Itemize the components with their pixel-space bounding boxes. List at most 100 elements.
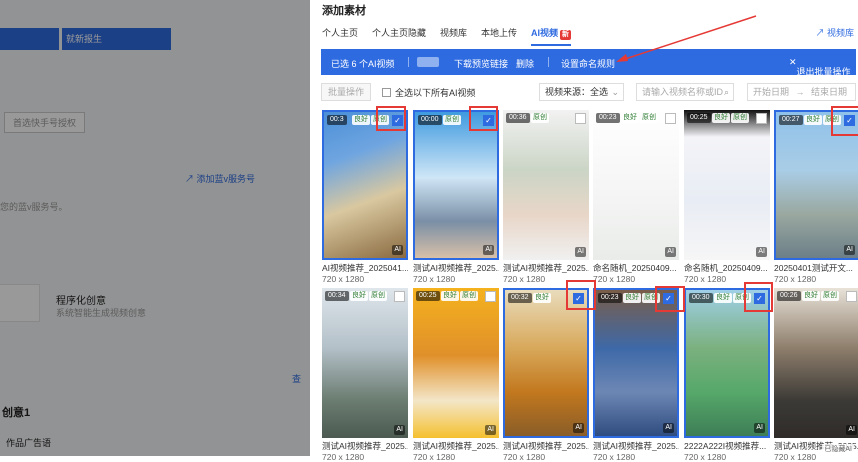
video-thumbnail[interactable]: 00:00 原创 ✓ AI bbox=[413, 110, 499, 260]
tab-personal-hidden[interactable]: 个人主页隐藏 bbox=[372, 26, 426, 39]
select-checkbox[interactable] bbox=[665, 113, 676, 124]
quality-tag: 原创 bbox=[531, 113, 549, 123]
duration-badge: 00:36 bbox=[506, 113, 530, 123]
duration-badge: 00:30 bbox=[689, 293, 713, 303]
video-card[interactable]: 00:23 良好 原创 AI 命名随机_20250409... 720 x 1280 bbox=[593, 110, 679, 284]
new-badge: 新 bbox=[560, 30, 572, 40]
quality-tag: 原创 bbox=[369, 291, 387, 301]
date-range-picker[interactable]: 开始日期 → 结束日期 bbox=[747, 83, 856, 101]
video-card[interactable]: 00:32 良好 ✓ AI 测试AI视频推荐_2025... 720 x 1280 bbox=[503, 288, 589, 462]
video-caption: 命名随机_20250409... bbox=[593, 263, 677, 273]
video-library-link[interactable]: ↗ 视频库 bbox=[815, 26, 854, 39]
quality-tag: 良好 bbox=[714, 293, 732, 303]
end-date: 结束日期 bbox=[811, 87, 848, 97]
video-library-link-label: 视频库 bbox=[826, 28, 854, 38]
duration-badge: 00:23 bbox=[596, 113, 620, 123]
checkbox-box[interactable] bbox=[382, 87, 391, 97]
video-caption: AI视频推荐_2025041... bbox=[322, 263, 408, 273]
quality-tag: 良好 bbox=[350, 291, 368, 301]
quality-tag: 良好 bbox=[533, 293, 551, 303]
active-tab-underline bbox=[531, 44, 572, 46]
video-resolution: 720 x 1280 bbox=[413, 274, 456, 284]
video-card[interactable]: 00:25 良好 原创 AI 测试AI视频推荐_2025... 720 x 1280 bbox=[413, 288, 499, 462]
delete-button[interactable]: 删除 bbox=[516, 57, 534, 70]
video-card[interactable]: 00:36 原创 AI 测试AI视频推荐_2025... 720 x 1280 bbox=[503, 110, 589, 284]
video-thumbnail[interactable]: 00:23 良好 原创 AI bbox=[593, 110, 679, 260]
quality-tag: 原创 bbox=[640, 113, 658, 123]
selected-count: 已选 6 个AI视频 bbox=[331, 59, 395, 69]
batch-op-button[interactable]: 批量操作 bbox=[321, 83, 371, 101]
quality-tag: 原创 bbox=[821, 291, 839, 301]
video-resolution: 720 x 1280 bbox=[322, 452, 365, 462]
video-resolution: 720 x 1280 bbox=[413, 452, 456, 462]
select-checkbox[interactable] bbox=[394, 291, 405, 302]
video-source-value: 视频来源：全选 bbox=[545, 87, 609, 97]
select-checkbox[interactable] bbox=[575, 113, 586, 124]
quality-tag: 良好 bbox=[804, 115, 822, 125]
annotation-box bbox=[744, 282, 773, 312]
video-card[interactable]: 00:00 原创 ✓ AI 测试AI视频推荐_2025... 720 x 1280 bbox=[413, 110, 499, 284]
search-placeholder: 请输入视频名称或ID bbox=[642, 87, 724, 97]
download-preview-link-button[interactable]: 下载预览链接 bbox=[454, 57, 508, 70]
video-thumbnail[interactable]: 00:3 良好 原创 ✓ AI bbox=[322, 110, 408, 260]
video-thumbnail[interactable]: 00:32 良好 ✓ AI bbox=[503, 288, 589, 438]
quality-tag: 原创 bbox=[731, 113, 749, 123]
video-card[interactable]: 00:23 良好 原创 ✓ AI 测试AI视频推荐_2025... 720 x 1280 bbox=[593, 288, 679, 462]
tab-local-upload[interactable]: 本地上传 bbox=[481, 26, 517, 39]
video-card[interactable]: 00:25 良好 原创 AI 命名随机_20250409... 720 x 1280 bbox=[684, 110, 770, 284]
duration-badge: 00:34 bbox=[325, 291, 349, 301]
tab-personal-home[interactable]: 个人主页 bbox=[322, 26, 358, 39]
video-thumbnail[interactable]: 00:25 良好 原创 AI bbox=[413, 288, 499, 438]
ai-badge: AI bbox=[392, 245, 403, 255]
video-resolution: 720 x 1280 bbox=[503, 452, 546, 462]
ai-badge: AI bbox=[844, 245, 855, 255]
video-card[interactable]: 00:26 良好 原创 AI 测试AI视频推荐_2025... 720 x 1280 bbox=[774, 288, 858, 462]
video-caption: 测试AI视频推荐_2025... bbox=[322, 441, 408, 451]
quality-tag: 原创 bbox=[443, 115, 461, 125]
annotation-arrow bbox=[616, 15, 757, 62]
duration-badge: 00:32 bbox=[508, 293, 532, 303]
video-resolution: 720 x 1280 bbox=[322, 274, 365, 284]
ai-badge: AI bbox=[665, 247, 676, 257]
video-card[interactable]: 00:30 良好 原创 ✓ AI 2222A222I视频推荐... 720 x 1280 bbox=[684, 288, 770, 462]
external-link-icon: ↗ bbox=[815, 28, 827, 38]
video-thumbnail[interactable]: 00:34 良好 原创 AI bbox=[322, 288, 408, 438]
video-resolution: 720 x 1280 bbox=[593, 274, 636, 284]
annotation-box bbox=[469, 106, 498, 131]
video-thumbnail[interactable]: 00:36 原创 AI bbox=[503, 110, 589, 260]
ai-badge: AI bbox=[756, 247, 767, 257]
tab-video-library[interactable]: 视频库 bbox=[440, 26, 467, 39]
video-card[interactable]: 00:3 良好 原创 ✓ AI AI视频推荐_2025041... 720 x 1280 bbox=[322, 110, 408, 284]
video-card[interactable]: 00:34 良好 原创 AI 测试AI视频推荐_2025... 720 x 1280 bbox=[322, 288, 408, 462]
tab-ai-video[interactable]: AI视频新 bbox=[531, 26, 572, 46]
ai-badge: AI bbox=[754, 423, 765, 433]
set-naming-rule-button[interactable]: 设置命名规则 bbox=[561, 57, 615, 70]
video-caption: 命名随机_20250409... bbox=[684, 263, 768, 273]
video-card[interactable]: 00:27 良好 原创 ✓ AI 20250401测试开文... 720 x 1280 bbox=[774, 110, 858, 284]
select-all-checkbox[interactable]: 全选以下所有AI视频 bbox=[382, 83, 476, 101]
video-thumbnail[interactable]: 00:25 良好 原创 AI bbox=[684, 110, 770, 260]
add-material-drawer: 添加素材 个人主页 个人主页隐藏 视频库 本地上传 AI视频新 ↗ 视频库 已选… bbox=[310, 0, 858, 462]
ai-badge: AI bbox=[483, 245, 494, 255]
annotation-box bbox=[376, 106, 406, 131]
video-source-select[interactable]: 视频来源：全选 ⌄ bbox=[539, 83, 624, 101]
select-checkbox[interactable] bbox=[756, 113, 767, 124]
video-resolution: 720 x 1280 bbox=[774, 274, 817, 284]
search-input[interactable]: 请输入视频名称或ID ⌕ bbox=[636, 83, 734, 101]
duration-badge: 00:27 bbox=[779, 115, 803, 125]
quality-tag: 良好 bbox=[623, 293, 641, 303]
video-thumbnail[interactable]: 00:26 良好 原创 AI bbox=[774, 288, 858, 438]
duration-badge: 00:25 bbox=[416, 291, 440, 301]
ai-badge: AI bbox=[575, 247, 586, 257]
video-caption: 20250401测试开文... bbox=[774, 263, 853, 273]
quality-tag: 良好 bbox=[712, 113, 730, 123]
annotation-box bbox=[655, 286, 685, 312]
drawer-title: 添加素材 bbox=[322, 5, 366, 17]
duration-badge: 00:23 bbox=[598, 293, 622, 303]
select-checkbox[interactable] bbox=[485, 291, 496, 302]
duration-badge: 00:25 bbox=[687, 113, 711, 123]
exit-batch-button[interactable]: ✕ 退出批量操作 bbox=[789, 57, 851, 77]
search-icon: ⌕ bbox=[723, 87, 729, 97]
modal-overlay[interactable] bbox=[0, 0, 310, 456]
select-checkbox[interactable] bbox=[846, 291, 857, 302]
